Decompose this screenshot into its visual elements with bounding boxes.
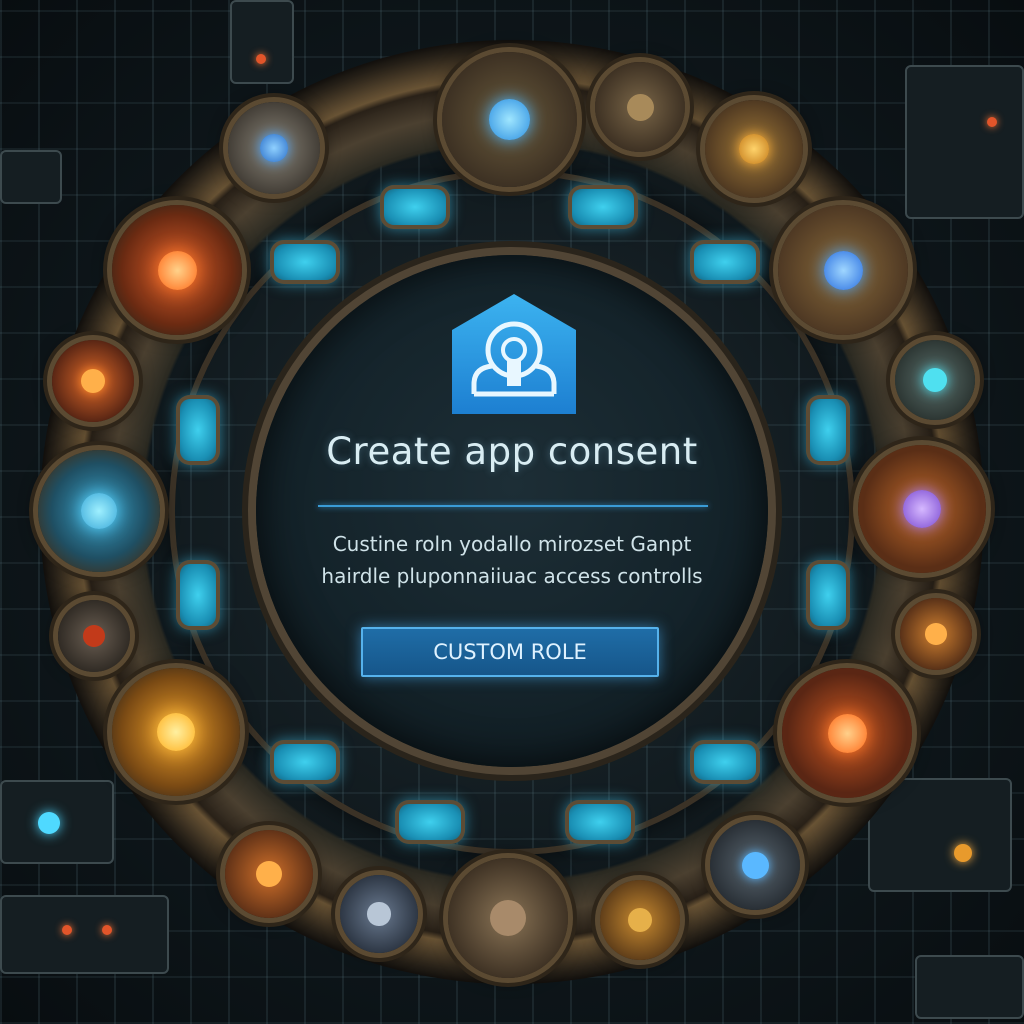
- orb-top-left: [228, 102, 320, 194]
- dialog-description-line2: hairdle pluponnaiiuac access controlls: [321, 564, 703, 588]
- custom-role-button[interactable]: CUSTOM ROLE: [361, 627, 659, 677]
- ring-window: [270, 240, 340, 284]
- ring-window: [568, 185, 638, 229]
- dialog-title: Create app consent: [326, 430, 698, 473]
- circuit-panel-bottom-left-2: [0, 895, 169, 974]
- ring-window: [270, 740, 340, 784]
- orb-bottom-left-2: [340, 875, 418, 953]
- orb-left-upper: [112, 205, 242, 335]
- orb-bottom-right-2: [600, 880, 680, 960]
- orb-bottom-left: [225, 830, 313, 918]
- orb-top-center: [442, 52, 577, 187]
- orb-left-small: [52, 340, 134, 422]
- orb-bottom-right: [710, 820, 800, 910]
- ring-window: [690, 240, 760, 284]
- circuit-panel-top-right: [905, 65, 1024, 219]
- orb-left-lower: [112, 668, 240, 796]
- orb-right-small: [895, 340, 975, 420]
- orb-top-mid-right: [595, 62, 685, 152]
- orb-top-right: [705, 100, 803, 198]
- ring-window: [395, 800, 465, 844]
- ring-window: [565, 800, 635, 844]
- ring-window: [690, 740, 760, 784]
- dialog-description-line1: Custine roln yodallo mirozset Ganpt: [332, 532, 692, 556]
- orb-bottom-center: [448, 858, 568, 978]
- orb-right-lower-small: [900, 598, 972, 670]
- orb-left-lower-small: [58, 600, 130, 672]
- circuit-panel-top-left-2: [230, 0, 294, 84]
- ring-window: [380, 185, 450, 229]
- orb-right-lower: [782, 668, 912, 798]
- orb-right-upper: [778, 205, 908, 335]
- circuit-panel-bottom-right-2: [915, 955, 1024, 1019]
- title-divider: [318, 505, 708, 507]
- circuit-panel-bottom-left: [0, 780, 114, 864]
- circuit-panel-top-left: [0, 150, 62, 204]
